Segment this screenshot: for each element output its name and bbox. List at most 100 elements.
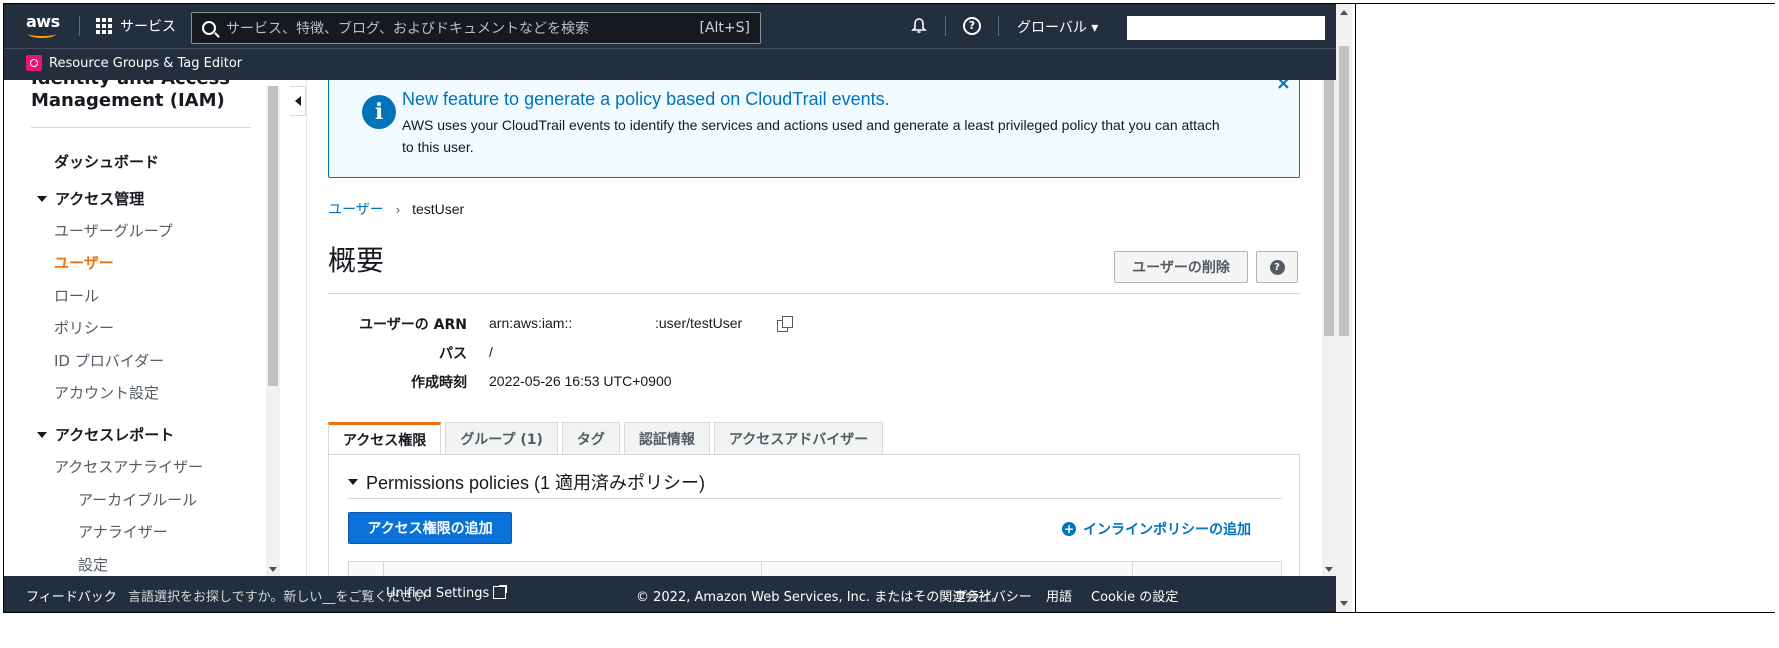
- aws-logo-text: aws: [26, 12, 60, 31]
- chevron-right-icon: ›: [395, 201, 401, 217]
- top-navigation: aws サービス サービス、特徴、ブログ、およびドキュメントなどを検索 [Alt…: [4, 4, 1336, 48]
- sidebar-item-access-analyzer[interactable]: アクセスアナライザー: [54, 456, 203, 477]
- scrollbar-thumb[interactable]: [268, 86, 278, 386]
- caret-down-icon: [37, 195, 47, 202]
- sidebar-item-policies[interactable]: ポリシー: [54, 317, 114, 338]
- sidebar-item-user-groups[interactable]: ユーザーグループ: [54, 220, 173, 241]
- plus-circle-icon: +: [1062, 522, 1076, 536]
- breadcrumb-users-link[interactable]: ユーザー: [328, 199, 384, 219]
- browser-viewport: aws サービス サービス、特徴、ブログ、およびドキュメントなどを検索 [Alt…: [4, 4, 1340, 612]
- tab-bar: アクセス権限 グループ (1) タグ 認証情報 アクセスアドバイザー: [328, 422, 887, 454]
- nav-separator: [79, 16, 80, 36]
- tab-tags[interactable]: タグ: [561, 422, 620, 454]
- sidebar-section-reports[interactable]: アクセスレポート: [37, 424, 174, 445]
- banner-body: AWS uses your CloudTrail events to ident…: [402, 117, 1220, 155]
- resource-groups-icon: [26, 55, 42, 71]
- sidebar-scrollbar[interactable]: [266, 86, 280, 576]
- caret-down-icon: [348, 479, 358, 485]
- sidebar-section-label: アクセスレポート: [55, 426, 175, 444]
- sidebar-item-analyzers[interactable]: アナライザー: [78, 521, 168, 542]
- scroll-down-arrow-icon[interactable]: [1340, 601, 1348, 606]
- tab-groups[interactable]: グループ (1): [445, 422, 558, 454]
- policies-table-header: [348, 561, 1282, 576]
- help-button[interactable]: ?: [1256, 251, 1298, 283]
- table-column-divider: [761, 562, 762, 576]
- nav-separator: [945, 16, 946, 36]
- arn-label: ユーザーの ARN: [359, 317, 467, 333]
- footer: フィードバック 言語選択をお探しですか。新しい__をご覧ください Unified…: [4, 576, 1336, 612]
- nav-separator: [998, 16, 999, 36]
- permissions-panel: Permissions policies (1 適用済みポリシー) アクセス権限…: [328, 454, 1300, 576]
- account-menu[interactable]: [1127, 16, 1325, 40]
- scrollbar-thumb[interactable]: [1339, 46, 1349, 336]
- sidebar-item-identity-providers[interactable]: ID プロバイダー: [54, 350, 164, 371]
- external-link-icon: [493, 585, 508, 599]
- scroll-down-arrow-icon[interactable]: [1325, 567, 1333, 572]
- sidebar-item-settings[interactable]: 設定: [78, 554, 108, 575]
- tab-credentials[interactable]: 認証情報: [623, 422, 710, 454]
- scroll-down-arrow-icon[interactable]: [269, 567, 277, 572]
- sidebar-title[interactable]: Identity and Access Management (IAM): [31, 80, 241, 112]
- caret-down-icon: [37, 431, 47, 438]
- page-title: 概要: [328, 244, 385, 277]
- region-selector[interactable]: グローバル ▾: [1017, 17, 1098, 37]
- copyright-text: © 2022, Amazon Web Services, Inc. またはその関…: [636, 590, 1005, 605]
- close-icon[interactable]: ×: [1276, 80, 1291, 94]
- main-scrollbar[interactable]: [1322, 80, 1336, 576]
- path-label: パス: [439, 346, 467, 362]
- resource-groups-label: Resource Groups & Tag Editor: [49, 55, 243, 71]
- copy-icon[interactable]: [777, 316, 793, 332]
- banner-title[interactable]: New feature to generate a policy based o…: [402, 89, 890, 110]
- sidebar-item-archive-rules[interactable]: アーカイブルール: [78, 489, 197, 510]
- info-icon: i: [362, 95, 396, 129]
- bell-icon[interactable]: [910, 17, 928, 35]
- services-menu-button[interactable]: サービス: [96, 14, 176, 38]
- add-inline-policy-link[interactable]: + インラインポリシーの追加: [1062, 519, 1251, 539]
- path-value: /: [489, 344, 493, 360]
- cookie-settings-link[interactable]: Cookie の設定: [1091, 586, 1178, 605]
- services-label: サービス: [120, 19, 176, 35]
- permissions-heading: Permissions policies (1 適用済みポリシー): [366, 473, 706, 493]
- feedback-link[interactable]: フィードバック: [26, 586, 117, 605]
- favorites-bar: Resource Groups & Tag Editor: [4, 48, 1336, 80]
- window-scrollbar[interactable]: [1336, 4, 1352, 612]
- table-column-divider: [383, 562, 384, 576]
- main-content: i New feature to generate a policy based…: [307, 80, 1322, 576]
- caret-left-icon: [294, 96, 301, 106]
- scroll-up-arrow-icon[interactable]: [1340, 10, 1348, 15]
- terms-link[interactable]: 用語: [1046, 586, 1072, 605]
- permissions-policies-header[interactable]: Permissions policies (1 適用済みポリシー): [348, 469, 705, 495]
- delete-user-button[interactable]: ユーザーの削除: [1114, 251, 1248, 283]
- title-divider: [328, 293, 1300, 294]
- question-icon: ?: [1269, 259, 1285, 275]
- sidebar-item-users[interactable]: ユーザー: [54, 252, 114, 273]
- sidebar-item-account-settings[interactable]: アカウント設定: [54, 382, 159, 403]
- sidebar-section-access[interactable]: アクセス管理: [37, 188, 144, 209]
- add-inline-policy-label: インラインポリシーの追加: [1083, 522, 1251, 538]
- search-placeholder: サービス、特徴、ブログ、およびドキュメントなどを検索: [226, 21, 590, 37]
- help-icon[interactable]: ?: [963, 17, 981, 35]
- add-permissions-button[interactable]: アクセス権限の追加: [348, 512, 512, 544]
- sidebar-divider: [31, 127, 251, 128]
- tab-permissions[interactable]: アクセス権限: [328, 422, 442, 454]
- breadcrumb-current: testUser: [412, 201, 465, 217]
- collapse-sidebar-button[interactable]: [290, 86, 306, 116]
- sidebar-item-dashboard[interactable]: ダッシュボード: [54, 151, 159, 172]
- arn-value-suffix: :user/testUser: [655, 315, 743, 331]
- scrollbar-thumb[interactable]: [1324, 80, 1334, 336]
- table-column-divider: [1132, 562, 1133, 576]
- unified-settings-link[interactable]: Unified Settings: [386, 585, 508, 601]
- privacy-link[interactable]: プライバシー: [954, 586, 1032, 605]
- blank-side-pane: [1355, 4, 1775, 612]
- created-label: 作成時刻: [411, 375, 467, 391]
- grid-icon: [96, 18, 112, 34]
- sidebar-item-roles[interactable]: ロール: [54, 285, 99, 306]
- resource-groups-link[interactable]: Resource Groups & Tag Editor: [26, 55, 242, 71]
- aws-logo[interactable]: aws: [24, 10, 60, 40]
- tab-access-advisor[interactable]: アクセスアドバイザー: [713, 422, 884, 454]
- screen-frame: aws サービス サービス、特徴、ブログ、およびドキュメントなどを検索 [Alt…: [3, 3, 1775, 613]
- arn-value-prefix: arn:aws:iam::: [489, 315, 573, 331]
- search-input[interactable]: サービス、特徴、ブログ、およびドキュメントなどを検索 [Alt+S]: [191, 12, 761, 44]
- sidebar: Identity and Access Management (IAM) ダッシ…: [4, 80, 268, 576]
- info-banner: i New feature to generate a policy based…: [328, 80, 1300, 178]
